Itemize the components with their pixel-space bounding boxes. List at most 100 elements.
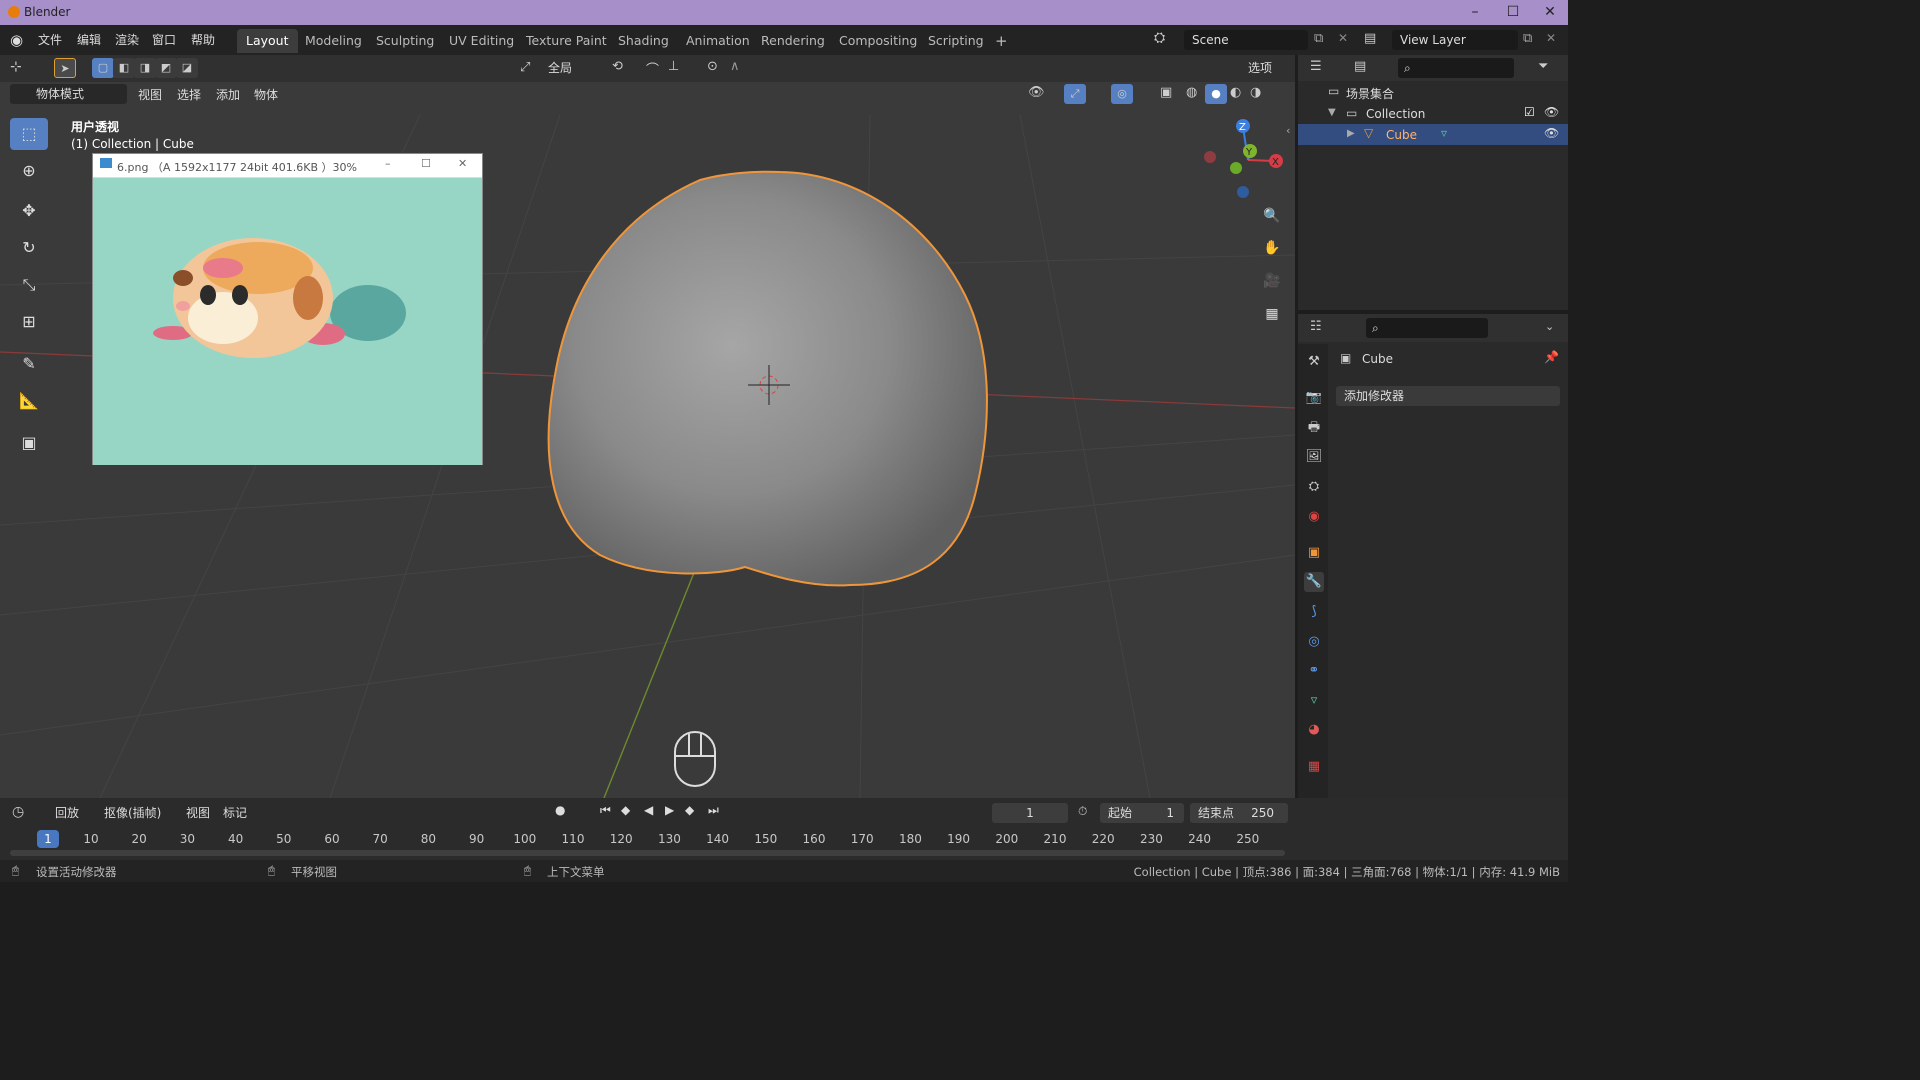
render-tab-icon[interactable]: 📷 [1304,388,1324,408]
image-viewer-window[interactable]: 6.png （A 1592x1177 24bit 401.6KB ）30% – … [92,153,483,465]
tab-shading[interactable]: Shading [609,29,678,53]
modifier-tab-icon[interactable]: 🔧 [1304,572,1324,592]
outliner-cube[interactable]: Cube [1386,128,1417,142]
cube-expand-icon[interactable]: ▶ [1347,128,1355,139]
select-box-tool-icon[interactable]: ⬚ [10,118,48,150]
menu-object[interactable]: 物体 [254,86,278,104]
tab-animation[interactable]: Animation [677,29,759,53]
sidebar-toggle-icon[interactable]: ‹ [1286,124,1290,137]
menu-edit[interactable]: 编辑 [77,31,101,49]
menu-add[interactable]: 添加 [216,86,240,104]
tool-tab-icon[interactable]: ⚒ [1304,352,1324,372]
outliner-row-cube[interactable] [1298,124,1568,145]
end-frame-field[interactable]: 结束点 250 [1190,803,1288,823]
image-minimize-button[interactable]: – [385,157,391,170]
image-close-button[interactable]: ✕ [458,157,467,170]
menu-playback[interactable]: 回放 [55,804,79,822]
pivot-point-icon[interactable]: ⟲ [612,59,623,74]
menu-view[interactable]: 视图 [138,86,162,104]
transform-orientation-dropdown[interactable]: 全局 [540,58,602,78]
tab-scripting[interactable]: Scripting [919,29,993,53]
particles-tab-icon[interactable]: ⟆ [1304,602,1324,622]
add-cube-tool-icon[interactable]: ▣ [10,427,48,459]
menu-file[interactable]: 文件 [38,31,62,49]
object-tab-icon[interactable]: ▣ [1304,543,1324,563]
menu-render[interactable]: 渲染 [115,31,139,49]
output-tab-icon[interactable]: 🖶 [1304,418,1324,438]
tab-uv-editing[interactable]: UV Editing [440,29,523,53]
material-tab-icon[interactable]: ◕ [1304,720,1324,740]
xray-icon[interactable]: ▣ [1160,85,1172,100]
snap-icon[interactable]: ⌒ [646,59,659,78]
properties-options-icon[interactable]: ⌄ [1545,320,1554,333]
current-frame-field[interactable]: 1 [992,803,1068,823]
view-layer-icon[interactable]: ▤ [1364,31,1376,46]
scene-selector-icon[interactable]: ⛭ [1154,30,1180,50]
add-modifier-dropdown[interactable]: 添加修改器 [1336,386,1560,406]
play-icon[interactable]: ▶ [665,803,674,817]
filter-icon[interactable]: ⏷ [1538,59,1548,74]
transform-tool-icon[interactable]: ⊞ [10,306,48,338]
falloff-icon[interactable]: ∧ [730,59,740,74]
outliner-search-input[interactable]: ⌕ [1398,58,1514,78]
view-layer-tab-icon[interactable]: 🖼 [1304,447,1324,467]
remove-scene-icon[interactable]: ✕ [1338,31,1348,45]
proportional-edit-icon[interactable]: ⊙ [707,59,718,74]
menu-select[interactable]: 选择 [177,86,201,104]
selection-subtract-icon[interactable]: ◨ [134,58,156,78]
overlay-toggle-icon[interactable]: ◎ [1111,84,1133,104]
data-tab-icon[interactable]: ▿ [1304,691,1324,711]
tab-compositing[interactable]: Compositing [830,29,926,53]
menu-help[interactable]: 帮助 [191,31,215,49]
jump-start-icon[interactable]: ⏮ [600,803,611,818]
pin-icon[interactable]: 📌 [1544,350,1559,364]
menu-window[interactable]: 窗口 [152,31,176,49]
jump-end-icon[interactable]: ⏭ [708,803,719,818]
play-reverse-icon[interactable]: ◀ [644,803,653,817]
record-icon[interactable]: ● [555,803,565,817]
menu-marker[interactable]: 标记 [223,804,247,822]
cube-mesh-blob[interactable] [547,170,988,587]
snap-target-icon[interactable]: ⊥ [668,59,679,74]
tab-modeling[interactable]: Modeling [296,29,371,53]
visibility-icon[interactable]: 👁 [1028,85,1045,100]
add-workspace-button[interactable]: + [986,29,1017,53]
frame-rate-icon[interactable]: ⏱ [1078,804,1087,819]
outliner-collection[interactable]: Collection [1366,107,1425,121]
selection-intersect-icon[interactable]: ◪ [176,58,198,78]
timeline-editor-icon[interactable]: ◷ [12,804,24,820]
move-tool-icon[interactable]: ✥ [10,195,48,227]
menu-keying[interactable]: 抠像(插帧) [104,804,161,822]
new-scene-icon[interactable]: ⧉ [1314,31,1323,46]
options-dropdown[interactable]: 选项 [1240,58,1288,78]
close-button[interactable]: ✕ [1531,0,1569,25]
constraints-tab-icon[interactable]: ⚭ [1304,661,1324,681]
timeline-scrollbar[interactable] [10,850,1285,856]
tab-layout[interactable]: Layout [237,29,298,53]
tab-sculpting[interactable]: Sculpting [367,29,443,53]
camera-view-icon[interactable]: 🎥 [1259,268,1285,294]
solid-shading-icon[interactable]: ● [1205,84,1227,104]
rotate-tool-icon[interactable]: ↻ [10,232,48,264]
material-shading-icon[interactable]: ◐ [1230,85,1241,100]
measure-tool-icon[interactable]: 📐 [10,385,48,417]
blender-menu-icon[interactable]: ◉ [10,31,28,49]
tab-texture-paint[interactable]: Texture Paint [517,29,616,53]
menu-timeline-view[interactable]: 视图 [186,804,210,822]
selection-new-icon[interactable]: ▢ [92,58,114,78]
prev-keyframe-icon[interactable]: ◆ [621,803,630,817]
texture-tab-icon[interactable]: ▦ [1304,757,1324,777]
outliner-editor-icon[interactable]: ☰ [1310,59,1322,74]
collection-checkbox[interactable]: ☑ [1524,105,1535,119]
selection-extend-icon[interactable]: ◧ [113,58,135,78]
display-mode-icon[interactable]: ▤ [1354,59,1366,74]
start-frame-field[interactable]: 起始 1 [1100,803,1184,823]
editor-type-icon[interactable]: ⊹ [10,59,22,75]
view-layer-field[interactable]: View Layer [1392,30,1518,50]
image-maximize-button[interactable]: ☐ [421,157,431,170]
properties-editor-icon[interactable]: ☷ [1310,319,1322,334]
outliner-scene-collection[interactable]: 场景集合 [1346,85,1394,102]
selection-invert-icon[interactable]: ◩ [155,58,177,78]
new-view-layer-icon[interactable]: ⧉ [1523,31,1532,46]
tab-rendering[interactable]: Rendering [752,29,834,53]
